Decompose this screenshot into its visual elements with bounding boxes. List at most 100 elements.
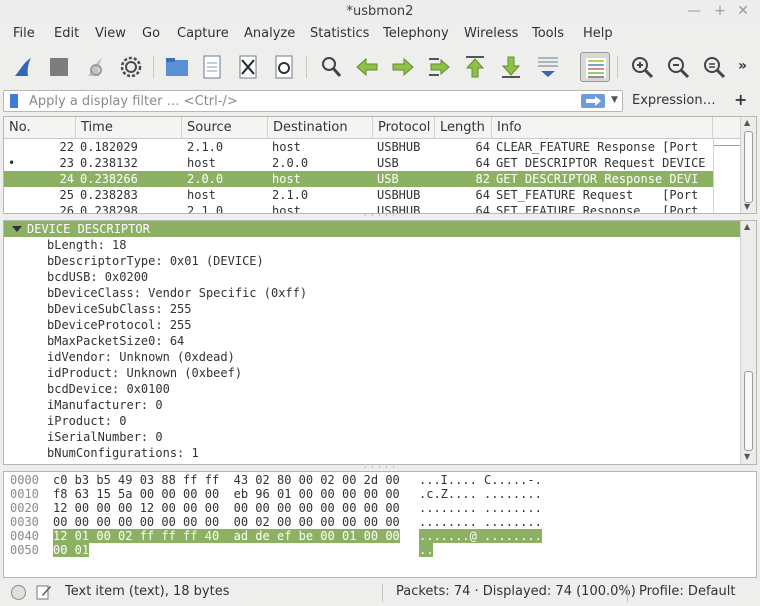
go-first-icon[interactable]: [460, 52, 490, 82]
detail-field[interactable]: bDeviceClass: Vendor Specific (0xff): [47, 285, 307, 301]
menu-view[interactable]: View: [95, 26, 126, 41]
scroll-thumb[interactable]: [744, 371, 753, 451]
find-packet-icon[interactable]: [316, 52, 346, 82]
go-to-packet-icon[interactable]: [424, 52, 454, 82]
expression-button[interactable]: Expression…: [632, 93, 716, 108]
detail-field[interactable]: bDeviceSubClass: 255: [47, 301, 192, 317]
ascii-bytes: ........ ........: [419, 515, 542, 529]
menu-wireless[interactable]: Wireless: [464, 26, 518, 41]
scroll-thumb[interactable]: [744, 131, 753, 203]
details-tree-header[interactable]: DEVICE DESCRIPTOR: [4, 221, 741, 237]
detail-field[interactable]: iManufacturer: 0: [47, 397, 163, 413]
splitter-handle[interactable]: · · · · ·: [0, 212, 760, 220]
collapse-triangle-icon[interactable]: [12, 226, 22, 232]
hex-bytes: f8 63 15 5a 00 00 00 00 eb 96 01 00 00 0…: [53, 487, 400, 501]
detail-field[interactable]: bcdDevice: 0x0100: [47, 381, 170, 397]
minimize-icon[interactable]: —: [685, 2, 703, 20]
column-no[interactable]: No.: [4, 117, 76, 139]
packet-row[interactable]: 25 0.238283 host 2.1.0 USBHUB 64 SET_FEATURE R…: [4, 187, 713, 203]
go-back-icon[interactable]: [352, 52, 382, 82]
column-length[interactable]: Length: [435, 117, 492, 139]
detail-field[interactable]: iSerialNumber: 0: [47, 429, 163, 445]
cell-length: 82: [475, 172, 490, 186]
menu-analyze[interactable]: Analyze: [244, 26, 295, 41]
packet-minimap[interactable]: [713, 139, 742, 213]
scroll-up-icon[interactable]: ▲: [744, 118, 750, 127]
go-last-icon[interactable]: [496, 52, 526, 82]
capture-comment-icon[interactable]: [36, 584, 52, 604]
column-protocol[interactable]: Protocol: [373, 117, 435, 139]
column-source[interactable]: Source: [182, 117, 268, 139]
cell-protocol: USBHUB: [377, 140, 421, 154]
detail-field[interactable]: iProduct: 0: [47, 413, 126, 429]
toolbar-overflow-button[interactable]: »: [738, 52, 756, 82]
scroll-up-icon[interactable]: ▲: [744, 222, 750, 231]
window-title: *usbmon2: [346, 4, 414, 19]
cell-time: 0.182029: [80, 140, 138, 154]
add-filter-button[interactable]: +: [734, 90, 747, 109]
menu-help[interactable]: Help: [583, 26, 613, 41]
filter-history-dropdown-icon[interactable]: ▼: [611, 95, 618, 105]
menu-capture[interactable]: Capture: [177, 26, 229, 41]
autoscroll-icon[interactable]: [533, 52, 563, 82]
colorize-icon[interactable]: [580, 52, 610, 82]
zoom-out-icon[interactable]: [663, 52, 693, 82]
normal-size-icon[interactable]: [699, 52, 729, 82]
menu-file[interactable]: File: [13, 26, 35, 41]
restart-capture-icon[interactable]: [80, 52, 110, 82]
scroll-down-icon[interactable]: ▼: [744, 202, 750, 211]
detail-field[interactable]: bcdUSB: 0x0200: [47, 269, 148, 285]
close-file-icon[interactable]: [233, 52, 263, 82]
display-filter-input[interactable]: Apply a display filter … <Ctrl-/> ▼: [3, 90, 623, 112]
hex-bytes: 00 01: [53, 543, 90, 557]
bytes-row[interactable]: 0020 12 00 00 00 12 00 00 00 00 00 00 00 …: [4, 501, 744, 515]
bytes-row[interactable]: 0010 f8 63 15 5a 00 00 00 00 eb 96 01 00 …: [4, 487, 744, 501]
packet-list-header: No. Time Source Destination Protocol Len…: [4, 117, 713, 139]
bookmark-icon[interactable]: [10, 94, 18, 108]
apply-filter-arrow-icon[interactable]: [581, 94, 605, 108]
detail-field[interactable]: idVendor: Unknown (0xdead): [47, 349, 235, 365]
detail-field[interactable]: bMaxPacketSize0: 64: [47, 333, 184, 349]
menu-go[interactable]: Go: [142, 26, 160, 41]
details-scrollbar[interactable]: ▲ ▼: [740, 221, 756, 464]
column-time[interactable]: Time: [76, 117, 182, 139]
packet-list-scrollbar[interactable]: ▲ ▼: [740, 117, 756, 213]
detail-field[interactable]: bLength: 18: [47, 237, 126, 253]
detail-field[interactable]: bNumConfigurations: 1: [47, 445, 199, 461]
detail-field[interactable]: idProduct: Unknown (0xbeef): [47, 365, 242, 381]
maximize-icon[interactable]: +: [711, 2, 729, 20]
detail-field[interactable]: bDeviceProtocol: 255: [47, 317, 192, 333]
ascii-bytes: .......@ ........: [419, 529, 542, 543]
menu-telephony[interactable]: Telephony: [383, 26, 449, 41]
menu-statistics[interactable]: Statistics: [310, 26, 369, 41]
status-profile[interactable]: Profile: Default: [639, 584, 735, 599]
packet-row[interactable]: 22 0.182029 2.1.0 host USBHUB 64 CLEAR_FEATURE…: [4, 139, 713, 155]
open-folder-icon[interactable]: [162, 52, 192, 82]
bytes-row[interactable]: 0040 12 01 00 02 ff ff ff 40 ad de ef be …: [4, 529, 744, 543]
bytes-row[interactable]: 0000 c0 b3 b5 49 03 88 ff ff 43 02 80 00 …: [4, 473, 744, 487]
menu-edit[interactable]: Edit: [54, 26, 79, 41]
zoom-in-icon[interactable]: [627, 52, 657, 82]
stop-square-icon[interactable]: [44, 52, 74, 82]
cell-source: 2.0.0: [187, 172, 224, 186]
close-icon[interactable]: ✕: [734, 2, 752, 20]
menu-tools[interactable]: Tools: [532, 26, 564, 41]
packet-row[interactable]: 24 0.238266 2.0.0 host USB 82 GET DESCRIPTOR R…: [4, 171, 713, 187]
packet-row[interactable]: • 23 0.238132 host 2.0.0 USB 64 GET DESCRIPTOR …: [4, 155, 713, 171]
capture-options-gear-icon[interactable]: [116, 52, 146, 82]
go-forward-icon[interactable]: [388, 52, 418, 82]
expert-info-icon[interactable]: [11, 585, 26, 600]
ascii-plain: ...I.... C.....-.: [419, 473, 542, 487]
device-descriptor-label: DEVICE DESCRIPTOR: [27, 222, 150, 236]
shark-fin-start-icon[interactable]: [8, 52, 38, 82]
reload-file-icon[interactable]: [269, 52, 299, 82]
bytes-row[interactable]: 0050 00 01..: [4, 543, 744, 557]
bytes-row[interactable]: 0030 00 00 00 00 00 00 00 00 00 02 00 00 …: [4, 515, 744, 529]
cell-length: 64: [475, 140, 490, 154]
column-info[interactable]: Info: [492, 117, 713, 139]
save-file-icon[interactable]: [197, 52, 227, 82]
scroll-down-icon[interactable]: ▼: [744, 452, 750, 461]
ascii-highlighted: .......@ ........: [419, 529, 542, 543]
column-destination[interactable]: Destination: [268, 117, 373, 139]
detail-field[interactable]: bDescriptorType: 0x01 (DEVICE): [47, 253, 264, 269]
